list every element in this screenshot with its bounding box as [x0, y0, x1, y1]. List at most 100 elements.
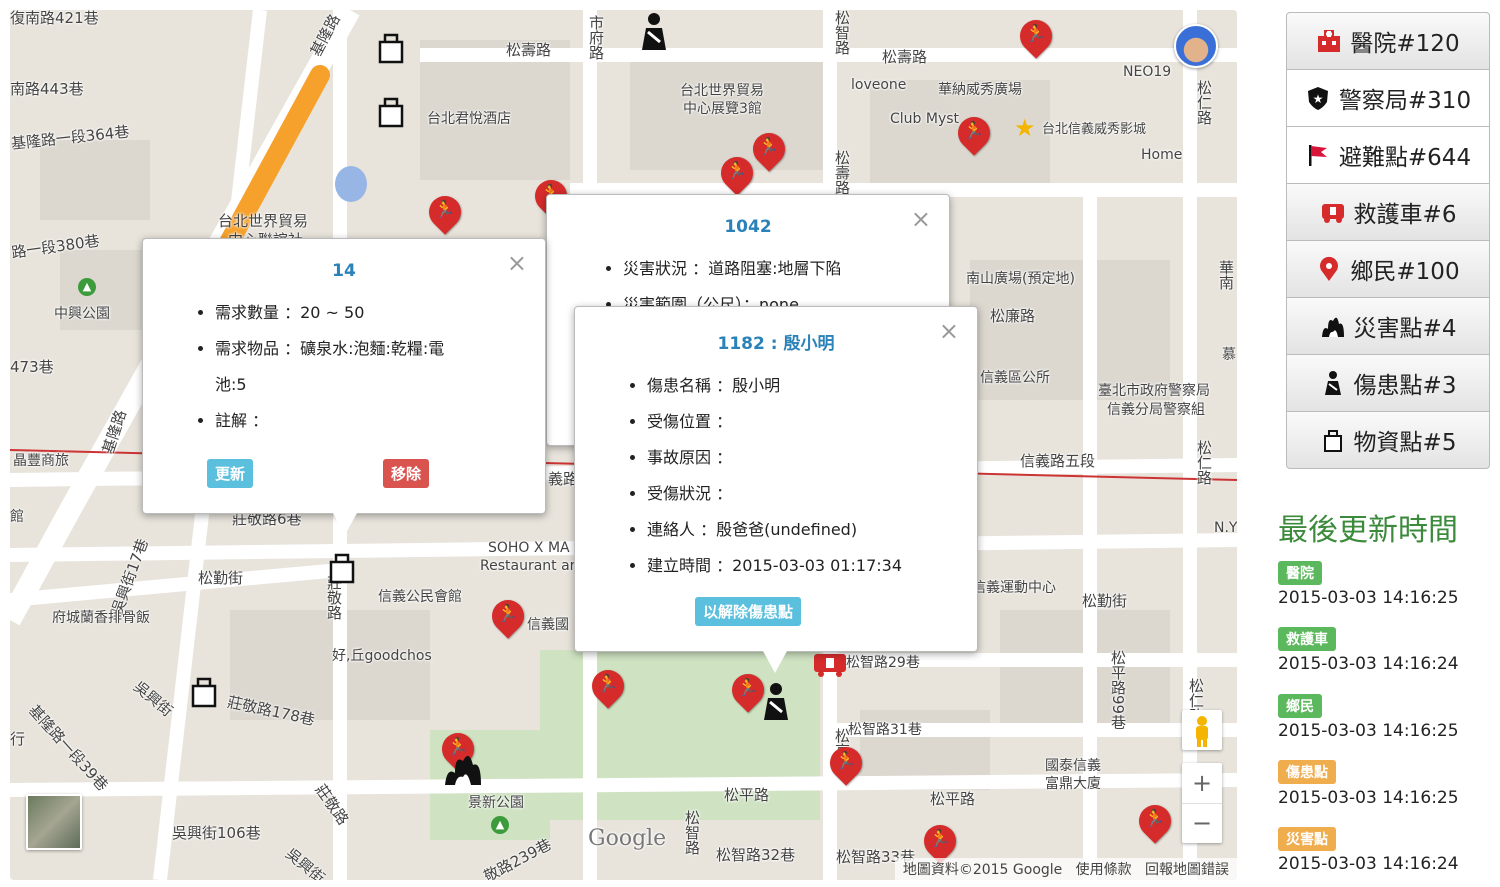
poi-label: SOHO X MA — [488, 540, 570, 556]
street-label: 市府路 — [587, 15, 605, 60]
poi-label: Restaurant ar — [480, 558, 576, 574]
villager-pin-icon[interactable]: 🏃 — [746, 126, 792, 177]
street-label: 松智路32巷 — [716, 846, 796, 864]
poi-label: 信義公民會館 — [378, 589, 462, 605]
disaster-fire-icon[interactable] — [441, 747, 485, 787]
popup-field: 建立時間 ：2015-03-03 01:17:34 — [647, 548, 977, 584]
poi-label: 國泰信義 — [1045, 758, 1101, 774]
park-icon: ▲ — [491, 816, 509, 834]
popup-title: 14 — [332, 261, 356, 281]
street-label: 松仁路 — [1195, 80, 1213, 125]
poi-label: 館 — [10, 509, 24, 525]
injured-person-icon[interactable] — [638, 12, 670, 52]
villager-pin-icon[interactable]: 🏃 — [1132, 798, 1178, 849]
google-logo: Google — [588, 826, 667, 851]
street-label: 松壽路 — [833, 150, 851, 195]
villager-pin-icon[interactable]: 🏃 — [823, 740, 869, 791]
street-label: 吳興街106巷 — [172, 824, 261, 842]
supply-box-icon[interactable] — [377, 96, 405, 128]
villager-pin-icon[interactable]: 🏃 — [585, 663, 631, 714]
update-time: 2015-03-03 14:16:25 — [1278, 788, 1459, 808]
injured-person-icon — [1320, 370, 1346, 396]
poi-label: NEO19 — [1123, 64, 1172, 80]
poi-label: N.Y — [1214, 520, 1237, 536]
layer-toggle-injured[interactable]: 傷患點#3 — [1286, 355, 1490, 412]
villager-pin-icon[interactable]: 🏃 — [1013, 13, 1059, 64]
supply-box-icon[interactable] — [328, 552, 356, 584]
police-badge-icon: ★ — [1305, 85, 1331, 111]
layer-toggle-hospital[interactable]: 醫院#120 — [1286, 12, 1490, 70]
villager-pin-icon[interactable]: 🏃 — [951, 110, 997, 161]
close-icon[interactable]: × — [911, 205, 931, 233]
layer-toggle-police[interactable]: ★ 警察局#310 — [1286, 70, 1490, 127]
poi-label: 好,丘goodchos — [332, 648, 432, 664]
poi-label: 景新公園 — [468, 795, 524, 811]
street-label: 慕 — [1222, 347, 1236, 363]
street-label: 松智路 — [683, 810, 701, 855]
poi-label: 晶豐商旅 — [13, 453, 69, 469]
street-label: 信義路五段 — [1020, 452, 1096, 470]
street-view-pegman-icon[interactable] — [1182, 710, 1222, 750]
poi-label: Club Myst — [890, 111, 960, 127]
street-label: 松平路99巷 — [1109, 650, 1127, 730]
poi-label: loveone — [851, 77, 907, 93]
user-avatar[interactable] — [1174, 24, 1218, 68]
poi-label: 府城蘭香排骨飯 — [52, 610, 150, 626]
layer-toggle-supply[interactable]: 物資點#5 — [1286, 412, 1490, 469]
street-label: 松智路 — [833, 10, 851, 55]
street-label: 松壽路 — [506, 41, 552, 59]
park-icon: ▲ — [78, 278, 96, 296]
map-canvas[interactable]: 復南路421巷 南路443巷 基隆路一段364巷 基隆路 台北世界貿易 中心聯誼… — [10, 10, 1237, 880]
layer-toggle-villager[interactable]: 鄉民#100 — [1286, 241, 1490, 298]
popup-field: 受傷位置 ： — [647, 404, 977, 440]
terms-link[interactable]: 使用條款 — [1076, 862, 1132, 878]
layer-toggle-panel: 醫院#120 ★ 警察局#310 避難點#644 救護車#6 鄉民#100 災害… — [1286, 12, 1490, 469]
street-label: 松勤街 — [198, 569, 244, 587]
popup-field: 池:5 — [215, 375, 247, 394]
popup-field: 需求數量 ：20 ~ 50 — [215, 295, 545, 331]
close-icon[interactable]: × — [507, 249, 527, 277]
poi-label: Home — [1141, 147, 1183, 163]
layer-toggle-disaster[interactable]: 災害點#4 — [1286, 298, 1490, 355]
popup-field: 連絡人 ：殷爸爸(undefined) — [647, 512, 977, 548]
layer-toggle-ambulance[interactable]: 救護車#6 — [1286, 184, 1490, 241]
popup-title: 1182 : 殷小明 — [717, 334, 835, 354]
villager-pin-icon[interactable]: 🏃 — [485, 593, 531, 644]
poi-label: 臺北市政府警察局 — [1098, 383, 1210, 399]
report-error-link[interactable]: 回報地圖錯誤 — [1145, 862, 1229, 878]
supply-box-icon[interactable] — [377, 32, 405, 64]
update-button[interactable]: 更新 — [207, 459, 254, 488]
red-flag-icon — [1305, 142, 1331, 168]
layer-label: 鄉民#100 — [1350, 259, 1460, 285]
zoom-out-button[interactable]: − — [1182, 804, 1222, 843]
villager-pin-icon[interactable]: 🏃 — [422, 189, 468, 240]
ambulance-icon[interactable] — [813, 650, 847, 678]
street-label: 行 — [10, 730, 26, 748]
popup-field: 事故原因 ： — [647, 440, 977, 476]
poi-label: 信義區公所 — [980, 370, 1050, 386]
disaster-fire-icon — [1320, 313, 1346, 339]
injured-info-window: 1182 : 殷小明 × 傷患名稱 ：殷小明 受傷位置 ： 事故原因 ： 受傷狀… — [574, 306, 978, 673]
layer-toggle-shelter[interactable]: 避難點#644 — [1286, 127, 1490, 184]
zoom-in-button[interactable]: + — [1182, 763, 1222, 804]
poi-label: 信義運動中心 — [972, 580, 1056, 596]
hospital-icon — [1316, 28, 1342, 54]
layer-label: 避難點#644 — [1338, 145, 1472, 171]
poi-label: 台北世界貿易 — [218, 212, 309, 230]
street-label: 南路443巷 — [10, 80, 84, 98]
popup-tail — [763, 651, 787, 673]
close-icon[interactable]: × — [939, 317, 959, 345]
resolve-injured-button[interactable]: 以解除傷患點 — [695, 597, 802, 626]
layer-label: 救護車#6 — [1353, 202, 1457, 228]
street-label: 松壽路 — [882, 48, 928, 66]
satellite-view-toggle[interactable] — [26, 794, 82, 850]
layer-label: 災害點#4 — [1353, 316, 1457, 342]
injured-person-icon[interactable] — [760, 682, 792, 722]
supply-box-icon[interactable] — [190, 676, 218, 708]
update-time: 2015-03-03 14:16:24 — [1278, 654, 1459, 674]
remove-button[interactable]: 移除 — [383, 459, 430, 488]
poi-label: 台北世界貿易 — [680, 83, 764, 99]
poi-label: 南山廣場(預定地) — [966, 271, 1075, 287]
poi-label: 台北君悅酒店 — [427, 111, 511, 127]
popup-field: 受傷狀況 ： — [647, 476, 977, 512]
